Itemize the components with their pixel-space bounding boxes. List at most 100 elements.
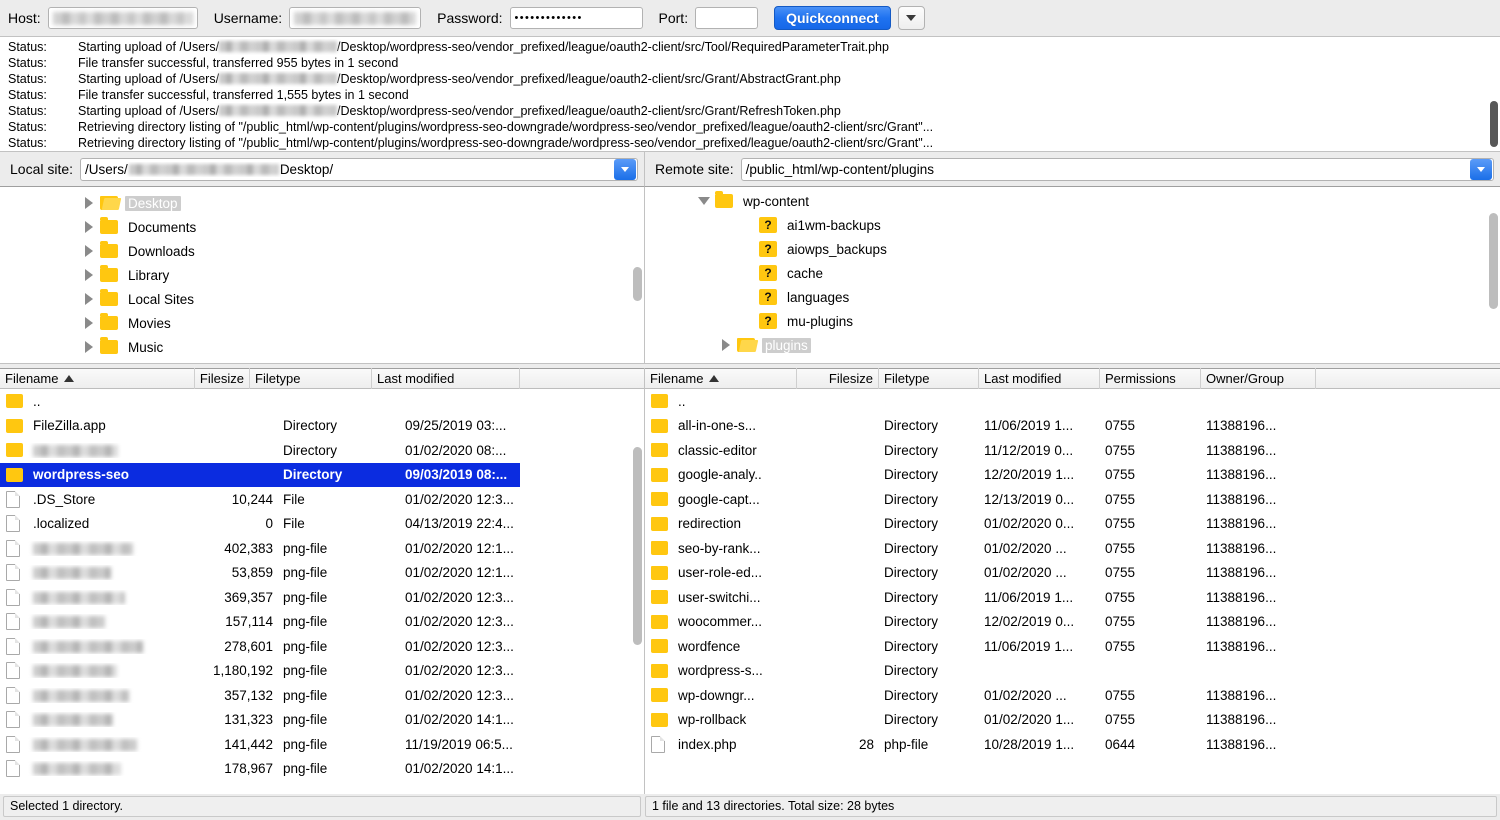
tree-expander-collapsed-icon[interactable] <box>78 197 100 209</box>
table-row[interactable]: index.php28php-file10/28/2019 1...064411… <box>645 732 1500 757</box>
host-input[interactable] <box>48 7 198 29</box>
file-icon-cell <box>0 491 28 508</box>
table-row[interactable]: redirectionDirectory01/02/2020 0...07551… <box>645 512 1500 537</box>
table-row[interactable]: all-in-one-s...Directory11/06/2019 1...0… <box>645 414 1500 439</box>
tree-expander-collapsed-icon[interactable] <box>78 245 100 257</box>
tree-node[interactable]: ?languages <box>645 285 1500 309</box>
table-row[interactable]: seo-by-rank...Directory01/02/2020 ...075… <box>645 536 1500 561</box>
tree-expander-collapsed-icon[interactable] <box>78 269 100 281</box>
local-file-list-scrollbar[interactable] <box>633 447 642 645</box>
remote-path-dropdown-button[interactable] <box>1470 159 1492 180</box>
tree-node[interactable]: Library <box>0 263 644 287</box>
tree-node[interactable]: ?aiowps_backups <box>645 237 1500 261</box>
file-owner-cell: 11388196... <box>1201 541 1316 556</box>
table-row[interactable]: 278,601png-file01/02/2020 12:3... <box>0 634 644 659</box>
remote-list-header[interactable]: Filename Filesize Filetype Last modified… <box>645 368 1500 389</box>
local-column-lastmodified[interactable]: Last modified <box>372 368 520 389</box>
table-row[interactable]: 157,114png-file01/02/2020 12:3... <box>0 610 644 635</box>
remote-column-filename[interactable]: Filename <box>645 368 797 389</box>
tree-node[interactable]: Movies <box>0 311 644 335</box>
tree-node[interactable]: Downloads <box>0 239 644 263</box>
table-row[interactable]: user-switchi...Directory11/06/2019 1...0… <box>645 585 1500 610</box>
quickconnect-history-button[interactable] <box>898 6 925 30</box>
folder-icon <box>651 664 668 678</box>
remote-tree-scrollbar[interactable] <box>1489 213 1498 309</box>
remote-file-list-body[interactable]: ..all-in-one-s...Directory11/06/2019 1..… <box>645 389 1500 794</box>
local-file-list-body[interactable]: ..FileZilla.appDirectory09/25/2019 03:..… <box>0 389 644 794</box>
table-row[interactable]: wordpress-s...Directory <box>645 659 1500 684</box>
local-path-combobox[interactable]: /Users/ Desktop/ <box>80 158 638 181</box>
file-type-cell: Directory <box>278 443 400 458</box>
status-log-scrollbar[interactable] <box>1490 101 1498 147</box>
table-row[interactable]: FileZilla.appDirectory09/25/2019 03:... <box>0 414 644 439</box>
remote-path-combobox[interactable]: /public_html/wp-content/plugins <box>741 158 1494 181</box>
tree-node[interactable]: ?mu-plugins <box>645 309 1500 333</box>
tree-node-label: Local Sites <box>125 292 197 307</box>
table-row[interactable]: user-role-ed...Directory01/02/2020 ...07… <box>645 561 1500 586</box>
tree-node[interactable]: wp-content <box>645 189 1500 213</box>
remote-column-lastmodified[interactable]: Last modified <box>979 368 1100 389</box>
remote-column-permissions-label: Permissions <box>1105 368 1176 389</box>
tree-node[interactable]: Documents <box>0 215 644 239</box>
table-row[interactable]: .. <box>645 389 1500 414</box>
local-column-filetype[interactable]: Filetype <box>250 368 372 389</box>
table-row[interactable]: 402,383png-file01/02/2020 12:1... <box>0 536 644 561</box>
tree-expander-collapsed-icon[interactable] <box>715 339 737 351</box>
tree-expander-collapsed-icon[interactable] <box>78 341 100 353</box>
tree-node[interactable]: Music <box>0 335 644 359</box>
tree-expander-collapsed-icon[interactable] <box>78 317 100 329</box>
table-row[interactable]: 131,323png-file01/02/2020 14:1... <box>0 708 644 733</box>
status-log-panel[interactable]: Status:Starting upload of /Users//Deskto… <box>0 37 1500 152</box>
local-column-filesize[interactable]: Filesize <box>195 368 250 389</box>
file-owner-cell: 11388196... <box>1201 639 1316 654</box>
remote-column-filesize[interactable]: Filesize <box>797 368 879 389</box>
tree-node[interactable]: ?cache <box>645 261 1500 285</box>
table-row[interactable]: 357,132png-file01/02/2020 12:3... <box>0 683 644 708</box>
table-row[interactable]: classic-editorDirectory11/12/2019 0...07… <box>645 438 1500 463</box>
status-log-entry: Status:File transfer successful, transfe… <box>0 55 1500 71</box>
table-row[interactable]: 178,967png-file01/02/2020 14:1... <box>0 757 644 782</box>
file-name-cell <box>28 614 195 629</box>
table-row[interactable]: wordpress-seoDirectory09/03/2019 08:... <box>0 463 520 488</box>
table-row[interactable]: google-analy..Directory12/20/2019 1...07… <box>645 463 1500 488</box>
table-row[interactable]: 53,859png-file01/02/2020 12:1... <box>0 561 644 586</box>
local-tree-scrollbar[interactable] <box>633 267 642 301</box>
table-row[interactable]: google-capt...Directory12/13/2019 0...07… <box>645 487 1500 512</box>
file-modified-cell: 12/20/2019 1... <box>979 467 1100 482</box>
table-row[interactable]: .DS_Store10,244File01/02/2020 12:3... <box>0 487 644 512</box>
tree-expander-collapsed-icon[interactable] <box>78 221 100 233</box>
remote-directory-tree[interactable]: wp-content?ai1wm-backups?aiowps_backups?… <box>645 186 1500 364</box>
table-row[interactable]: woocommer...Directory12/02/2019 0...0755… <box>645 610 1500 635</box>
tree-expander-expanded-icon[interactable] <box>693 197 715 205</box>
table-row[interactable]: 1,180,192png-file01/02/2020 12:3... <box>0 659 644 684</box>
table-row[interactable]: wp-rollbackDirectory01/02/2020 1...07551… <box>645 708 1500 733</box>
local-path-dropdown-button[interactable] <box>614 159 636 180</box>
table-row[interactable]: 141,442png-file11/19/2019 06:5... <box>0 732 644 757</box>
file-size-cell: 131,323 <box>195 712 278 727</box>
remote-column-permissions[interactable]: Permissions <box>1100 368 1201 389</box>
table-row[interactable]: 369,357png-file01/02/2020 12:3... <box>0 585 644 610</box>
file-name-cell: wordpress-seo <box>28 467 195 482</box>
table-row[interactable]: .localized0File04/13/2019 22:4... <box>0 512 644 537</box>
quickconnect-button[interactable]: Quickconnect <box>774 6 891 30</box>
table-row[interactable]: Directory01/02/2020 08:... <box>0 438 644 463</box>
port-input[interactable] <box>695 7 758 29</box>
table-row[interactable]: wordfenceDirectory11/06/2019 1...0755113… <box>645 634 1500 659</box>
tree-expander-collapsed-icon[interactable] <box>78 293 100 305</box>
remote-column-ownergroup[interactable]: Owner/Group <box>1201 368 1316 389</box>
password-input[interactable]: ••••••••••••• <box>510 7 643 29</box>
file-type-cell: Directory <box>879 443 979 458</box>
local-directory-tree[interactable]: DesktopDocumentsDownloadsLibrary Local Si… <box>0 186 645 364</box>
table-row[interactable]: wp-downgr...Directory01/02/2020 ...07551… <box>645 683 1500 708</box>
file-name-cell: FileZilla.app <box>28 418 195 433</box>
table-row[interactable]: .. <box>0 389 644 414</box>
file-modified-cell: 11/06/2019 1... <box>979 418 1100 433</box>
local-list-header[interactable]: Filename Filesize Filetype Last modified <box>0 368 644 389</box>
tree-node[interactable]: Local Sites <box>0 287 644 311</box>
local-column-filename[interactable]: Filename <box>0 368 195 389</box>
tree-node[interactable]: Desktop <box>0 191 644 215</box>
remote-column-filetype[interactable]: Filetype <box>879 368 979 389</box>
username-input[interactable] <box>289 7 421 29</box>
tree-node[interactable]: ?ai1wm-backups <box>645 213 1500 237</box>
tree-node[interactable]: plugins <box>645 333 1500 357</box>
